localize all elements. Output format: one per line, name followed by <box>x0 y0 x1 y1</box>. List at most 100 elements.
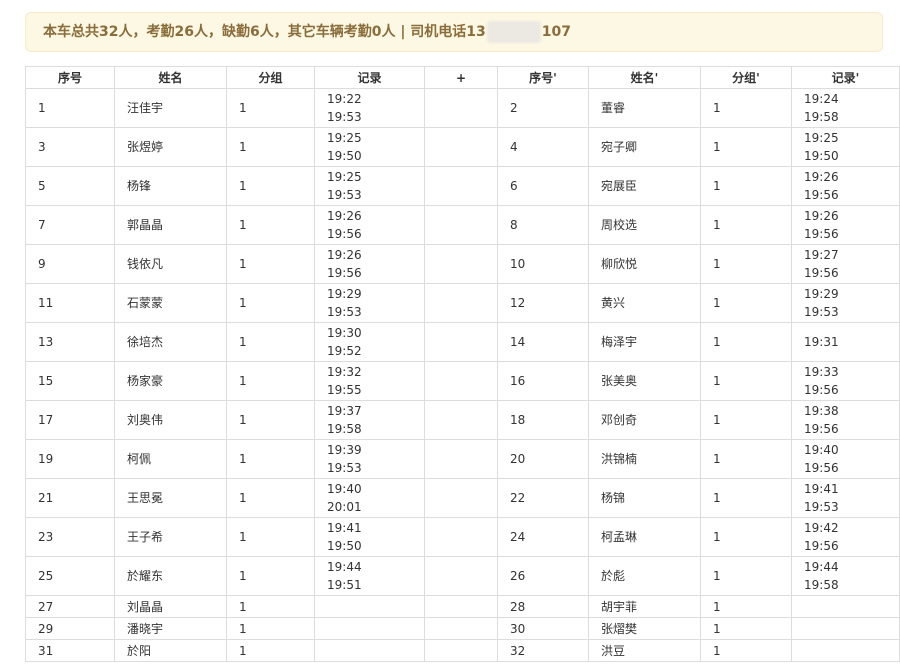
header-no[interactable]: 序号 <box>25 66 115 89</box>
record-time-first: 19:39 <box>327 443 362 457</box>
cell-name: 汪佳宇 <box>114 88 227 128</box>
record-time-first: 19:41 <box>327 521 362 535</box>
record-cell: 19:41 19:53 <box>791 478 900 518</box>
cell-group: 1 <box>700 400 792 440</box>
header-record[interactable]: 记录 <box>314 66 425 89</box>
cell-no: 3 <box>25 127 115 167</box>
record-time-second: 19:53 <box>327 188 362 202</box>
record-cell: 19:44 19:51 <box>314 556 425 596</box>
record-time-second: 19:52 <box>327 344 362 358</box>
cell-no: 28 <box>497 595 589 618</box>
record-cell: 19:26 19:56 <box>314 205 425 245</box>
cell-no: 10 <box>497 244 589 284</box>
header-plus[interactable]: + <box>424 66 498 89</box>
cell-group: 1 <box>226 478 315 518</box>
record-time-second: 19:53 <box>804 500 839 514</box>
cell-plus <box>424 88 498 128</box>
cell-plus <box>424 400 498 440</box>
cell-group: 1 <box>226 595 315 618</box>
cell-group: 1 <box>700 478 792 518</box>
cell-plus <box>424 127 498 167</box>
cell-plus <box>424 283 498 323</box>
cell-no: 6 <box>497 166 589 206</box>
header-record-2[interactable]: 记录' <box>791 66 900 89</box>
record-cell: 19:42 19:56 <box>791 517 900 557</box>
header-name-2[interactable]: 姓名' <box>588 66 701 89</box>
table-row: 11 石蒙蒙 1 19:29 19:53 12 黄兴 1 19:29 19:53 <box>25 283 900 323</box>
table-row: 31 於阳 1 32 洪豆 1 <box>25 639 900 662</box>
attendance-summary-banner: 本车总共32人，考勤26人，缺勤6人，其它车辆考勤0人 | 司机电话13 107 <box>25 12 883 52</box>
cell-name: 张美奥 <box>588 361 701 401</box>
cell-name: 石蒙蒙 <box>114 283 227 323</box>
cell-no: 2 <box>497 88 589 128</box>
record-cell: 19:32 19:55 <box>314 361 425 401</box>
record-time-second: 19:58 <box>804 110 839 124</box>
cell-name: 洪锦楠 <box>588 439 701 479</box>
cell-no: 26 <box>497 556 589 596</box>
cell-group: 1 <box>700 595 792 618</box>
cell-group: 1 <box>700 322 792 362</box>
cell-group: 1 <box>700 439 792 479</box>
table-row: 5 杨锋 1 19:25 19:53 6 宛展臣 1 19:26 19:56 <box>25 166 900 206</box>
cell-name: 杨家豪 <box>114 361 227 401</box>
record-time-first: 19:24 <box>804 92 839 106</box>
record-cell: 19:38 19:56 <box>791 400 900 440</box>
record-time-first: 19:38 <box>804 404 839 418</box>
record-cell <box>791 617 900 640</box>
header-name[interactable]: 姓名 <box>114 66 227 89</box>
record-time-second: 19:50 <box>327 539 362 553</box>
record-cell <box>314 617 425 640</box>
header-group-2[interactable]: 分组' <box>700 66 792 89</box>
cell-no: 1 <box>25 88 115 128</box>
cell-no: 31 <box>25 639 115 662</box>
record-cell: 19:44 19:58 <box>791 556 900 596</box>
cell-group: 1 <box>226 88 315 128</box>
cell-no: 25 <box>25 556 115 596</box>
record-cell: 19:40 20:01 <box>314 478 425 518</box>
summary-phone-suffix: 107 <box>541 24 572 40</box>
record-time-second: 19:56 <box>804 422 839 436</box>
redacted-phone-segment <box>486 21 541 43</box>
cell-no: 12 <box>497 283 589 323</box>
cell-name: 於耀东 <box>114 556 227 596</box>
record-time-first: 19:25 <box>327 131 362 145</box>
cell-plus <box>424 322 498 362</box>
cell-group: 1 <box>700 205 792 245</box>
record-time-second: 19:53 <box>327 305 362 319</box>
record-time-first: 19:25 <box>804 131 839 145</box>
cell-name: 刘奥伟 <box>114 400 227 440</box>
cell-name: 梅泽宇 <box>588 322 701 362</box>
table-row: 17 刘奥伟 1 19:37 19:58 18 邓创奇 1 19:38 19:56 <box>25 400 900 440</box>
cell-name: 钱依凡 <box>114 244 227 284</box>
cell-plus <box>424 439 498 479</box>
header-group[interactable]: 分组 <box>226 66 315 89</box>
record-time-second: 19:53 <box>327 461 362 475</box>
record-time-second: 19:56 <box>804 383 839 397</box>
cell-no: 17 <box>25 400 115 440</box>
record-cell: 19:27 19:56 <box>791 244 900 284</box>
cell-group: 1 <box>700 639 792 662</box>
header-no-2[interactable]: 序号' <box>497 66 589 89</box>
table-row: 27 刘晶晶 1 28 胡宇菲 1 <box>25 595 900 618</box>
cell-group: 1 <box>226 283 315 323</box>
cell-group: 1 <box>700 283 792 323</box>
cell-no: 4 <box>497 127 589 167</box>
cell-no: 16 <box>497 361 589 401</box>
cell-name: 徐培杰 <box>114 322 227 362</box>
cell-plus <box>424 517 498 557</box>
cell-name: 柯佩 <box>114 439 227 479</box>
cell-name: 王思冕 <box>114 478 227 518</box>
cell-no: 7 <box>25 205 115 245</box>
table-row: 19 柯佩 1 19:39 19:53 20 洪锦楠 1 19:40 19:56 <box>25 439 900 479</box>
record-cell: 19:37 19:58 <box>314 400 425 440</box>
record-time-second: 20:01 <box>327 500 362 514</box>
record-cell: 19:29 19:53 <box>314 283 425 323</box>
record-cell: 19:39 19:53 <box>314 439 425 479</box>
record-time-first: 19:31 <box>804 335 839 349</box>
cell-group: 1 <box>226 556 315 596</box>
cell-no: 15 <box>25 361 115 401</box>
cell-name: 潘晓宇 <box>114 617 227 640</box>
record-time-first: 19:33 <box>804 365 839 379</box>
record-time-first: 19:44 <box>804 560 839 574</box>
record-time-second: 19:50 <box>804 149 839 163</box>
